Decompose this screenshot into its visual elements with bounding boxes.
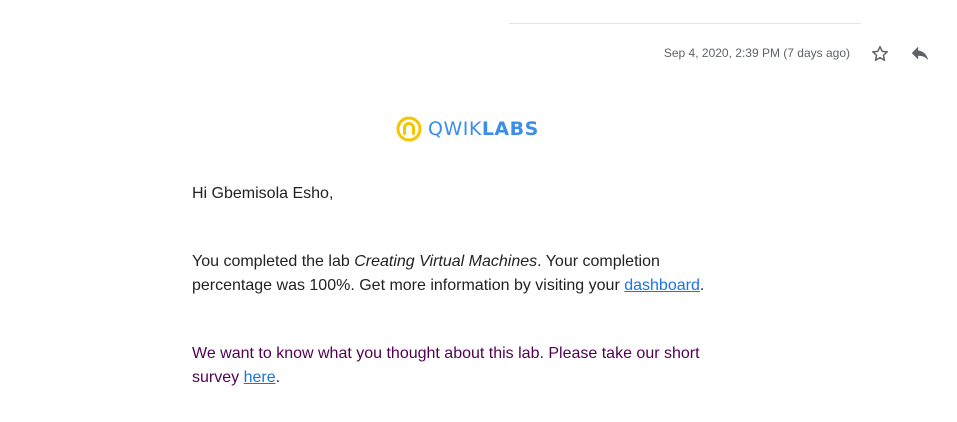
message-meta-row: Sep 4, 2020, 2:39 PM (7 days ago) <box>0 40 957 68</box>
email-greeting: Hi Gbemisola Esho, <box>192 185 334 202</box>
dashboard-link[interactable]: dashboard <box>624 277 700 294</box>
survey-paragraph: We want to know what you thought about t… <box>192 342 732 390</box>
reply-button[interactable] <box>908 42 932 66</box>
completion-text-end: . <box>699 277 705 294</box>
star-outline-icon <box>872 45 888 61</box>
survey-link[interactable]: here <box>244 369 276 386</box>
qwiklabs-mark-icon <box>396 116 422 142</box>
logo-wordmark: QWIKLABS <box>428 118 539 140</box>
logo-text-bold: LABS <box>481 118 539 140</box>
logo-text-light: QWIK <box>428 118 482 140</box>
message-timestamp: Sep 4, 2020, 2:39 PM (7 days ago) <box>663 46 850 60</box>
lab-name: Creating Virtual Machines <box>354 253 538 270</box>
completion-text-start: You completed the lab <box>192 253 355 270</box>
qwiklabs-logo: QWIKLABS <box>396 115 539 143</box>
reply-icon <box>911 46 929 61</box>
completion-paragraph: You completed the lab Creating Virtual M… <box>192 250 732 298</box>
survey-text-end: . <box>275 369 281 386</box>
star-button[interactable] <box>868 42 892 66</box>
top-divider <box>509 23 861 24</box>
